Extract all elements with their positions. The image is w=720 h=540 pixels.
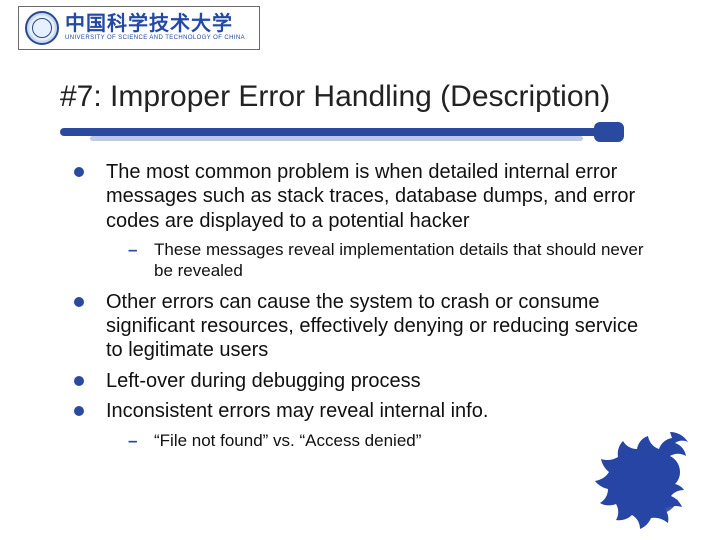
- dragon-icon: [592, 414, 712, 534]
- title-underline: [60, 122, 620, 144]
- bullet-4-sub-1-text: “File not found” vs. “Access denied”: [154, 431, 421, 450]
- university-logo: 中国科学技术大学 UNIVERSITY OF SCIENCE AND TECHN…: [18, 6, 260, 50]
- slide-title: #7: Improper Error Handling (Description…: [60, 80, 680, 114]
- bullet-4: Inconsistent errors may reveal internal …: [70, 399, 660, 451]
- logo-seal-icon: [25, 11, 59, 45]
- bullet-2-text: Other errors can cause the system to cra…: [106, 291, 638, 362]
- bullet-1-text: The most common problem is when detailed…: [106, 161, 635, 232]
- slide-body: The most common problem is when detailed…: [70, 160, 660, 459]
- bullet-1-sub-1-text: These messages reveal implementation det…: [154, 240, 644, 280]
- logo-cn-text: 中国科学技术大学: [65, 14, 245, 35]
- bullet-4-text: Inconsistent errors may reveal internal …: [106, 400, 488, 422]
- bullet-4-sub-1: “File not found” vs. “Access denied”: [106, 430, 660, 451]
- bullet-3: Left-over during debugging process: [70, 369, 660, 393]
- bullet-1: The most common problem is when detailed…: [70, 160, 660, 282]
- logo-text: 中国科学技术大学 UNIVERSITY OF SCIENCE AND TECHN…: [65, 14, 245, 41]
- bullet-2: Other errors can cause the system to cra…: [70, 290, 660, 363]
- bullet-3-text: Left-over during debugging process: [106, 370, 421, 392]
- bullet-1-sub-1: These messages reveal implementation det…: [106, 239, 660, 282]
- logo-en-text: UNIVERSITY OF SCIENCE AND TECHNOLOGY OF …: [65, 35, 245, 41]
